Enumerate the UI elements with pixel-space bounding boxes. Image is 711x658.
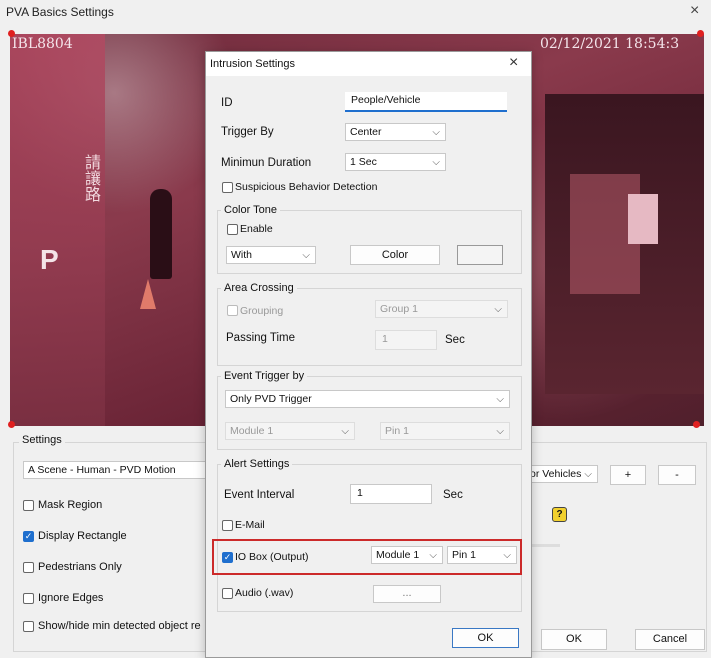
color-button[interactable]: Color: [350, 245, 440, 265]
io-box-checkbox[interactable]: ✓: [222, 552, 233, 563]
ignore-edges-checkbox[interactable]: [23, 593, 34, 604]
roi-corner-handle[interactable]: [697, 30, 704, 37]
color-tone-title: Color Tone: [221, 204, 280, 216]
checkmark-icon: ✓: [24, 531, 33, 541]
io-pin-value: Pin 1: [452, 549, 476, 561]
audio-label: Audio (.wav): [235, 587, 294, 599]
color-tone-with-select[interactable]: With ⌵: [226, 246, 316, 264]
store-poster: [628, 194, 658, 244]
min-duration-value: 1 Sec: [350, 156, 377, 168]
roi-corner-handle[interactable]: [8, 421, 15, 428]
remove-button[interactable]: -: [658, 465, 696, 485]
color-swatch[interactable]: [457, 245, 503, 265]
io-module-value: Module 1: [376, 549, 420, 561]
roi-corner-handle[interactable]: [693, 421, 700, 428]
close-icon[interactable]: ×: [509, 54, 518, 72]
group-select[interactable]: Group 1 ⌵: [375, 300, 508, 318]
color-tone-with-value: With: [231, 249, 252, 261]
chevron-down-icon: ⌵: [503, 550, 511, 561]
min-duration-label: Minimun Duration: [221, 157, 312, 169]
event-interval-input[interactable]: 1: [350, 484, 432, 504]
audio-browse-button[interactable]: ...: [373, 585, 441, 603]
ignore-edges-label: Ignore Edges: [38, 592, 104, 604]
event-pin-select[interactable]: Pin 1 ⌵: [380, 422, 510, 440]
roi-corner-handle[interactable]: [8, 30, 15, 37]
display-rectangle-checkbox[interactable]: ✓: [23, 531, 34, 542]
settings-group-title: Settings: [19, 434, 65, 446]
chevron-down-icon: ⌵: [302, 250, 310, 261]
pedestrian-figure: [150, 189, 172, 279]
chevron-down-icon: ⌵: [584, 469, 592, 480]
mask-region-label: Mask Region: [38, 499, 103, 511]
suspicious-behavior-checkbox[interactable]: [222, 182, 233, 193]
window-title: PVA Basics Settings: [6, 5, 114, 19]
color-tone-enable-label: Enable: [240, 223, 273, 235]
event-module-select[interactable]: Module 1 ⌵: [225, 422, 355, 440]
id-label: ID: [221, 97, 233, 109]
timestamp-overlay: 02/12/2021 18:54:3: [540, 36, 680, 52]
group-value: Group 1: [380, 303, 418, 315]
chevron-down-icon: ⌵: [432, 157, 440, 168]
event-trigger-title: Event Trigger by: [221, 370, 308, 382]
event-interval-label: Event Interval: [224, 489, 295, 501]
color-tone-enable-checkbox[interactable]: [227, 224, 238, 235]
trigger-by-label: Trigger By: [221, 126, 274, 138]
dialog-title: Intrusion Settings: [210, 58, 295, 70]
passing-time-label: Passing Time: [226, 332, 296, 344]
event-trigger-value: Only PVD Trigger: [230, 393, 312, 405]
dialog-ok-button[interactable]: OK: [452, 628, 519, 648]
io-module-select[interactable]: Module 1 ⌵: [371, 546, 443, 564]
close-icon[interactable]: ×: [690, 2, 699, 20]
min-duration-select[interactable]: 1 Sec ⌵: [345, 153, 446, 171]
chevron-down-icon: ⌵: [432, 127, 440, 138]
add-button[interactable]: +: [610, 465, 646, 485]
traffic-cone: [140, 279, 156, 309]
passing-time-input[interactable]: 1: [375, 330, 437, 350]
email-label: E-Mail: [235, 519, 265, 531]
slider-track[interactable]: [530, 544, 560, 547]
parking-sign: P: [40, 244, 59, 275]
audio-checkbox[interactable]: [222, 588, 233, 599]
object-type-label: or Vehicles: [530, 468, 582, 480]
io-pin-select[interactable]: Pin 1 ⌵: [447, 546, 517, 564]
pedestrians-only-label: Pedestrians Only: [38, 561, 122, 573]
event-pin-value: Pin 1: [385, 425, 409, 437]
mask-region-checkbox[interactable]: [23, 500, 34, 511]
chevron-down-icon: ⌵: [496, 426, 504, 437]
display-rectangle-label: Display Rectangle: [38, 530, 127, 542]
area-crossing-title: Area Crossing: [221, 282, 297, 294]
pedestrians-only-checkbox[interactable]: [23, 562, 34, 573]
street-sign: 請讓路: [82, 154, 101, 202]
grouping-label: Grouping: [240, 305, 284, 317]
ok-button[interactable]: OK: [541, 629, 607, 650]
alert-settings-title: Alert Settings: [221, 458, 293, 470]
event-trigger-select[interactable]: Only PVD Trigger ⌵: [225, 390, 510, 408]
chevron-down-icon: ⌵: [496, 394, 504, 405]
show-min-object-checkbox[interactable]: [23, 621, 34, 632]
event-interval-unit: Sec: [443, 489, 463, 501]
checkmark-icon: ✓: [223, 552, 232, 562]
chevron-down-icon: ⌵: [494, 304, 502, 315]
trigger-by-select[interactable]: Center ⌵: [345, 123, 446, 141]
help-icon[interactable]: ?: [552, 507, 567, 522]
email-checkbox[interactable]: [222, 520, 233, 531]
chevron-down-icon: ⌵: [429, 550, 437, 561]
object-type-select[interactable]: or Vehicles ⌵: [530, 465, 598, 483]
camera-id-overlay: IBL8804: [12, 36, 73, 52]
suspicious-behavior-label: Suspicious Behavior Detection: [235, 181, 378, 193]
show-min-object-label: Show/hide min detected object re: [38, 620, 201, 632]
intrusion-settings-dialog: Intrusion Settings × ID People/Vehicle T…: [205, 51, 532, 658]
io-box-label: IO Box (Output): [235, 551, 309, 563]
event-module-value: Module 1: [230, 425, 274, 437]
scene-select[interactable]: A Scene - Human - PVD Motion: [23, 461, 205, 479]
trigger-by-value: Center: [350, 126, 382, 138]
id-input[interactable]: People/Vehicle: [345, 92, 507, 112]
chevron-down-icon: ⌵: [341, 426, 349, 437]
cancel-button[interactable]: Cancel: [635, 629, 705, 650]
grouping-checkbox[interactable]: [227, 305, 238, 316]
passing-time-unit: Sec: [445, 334, 465, 346]
